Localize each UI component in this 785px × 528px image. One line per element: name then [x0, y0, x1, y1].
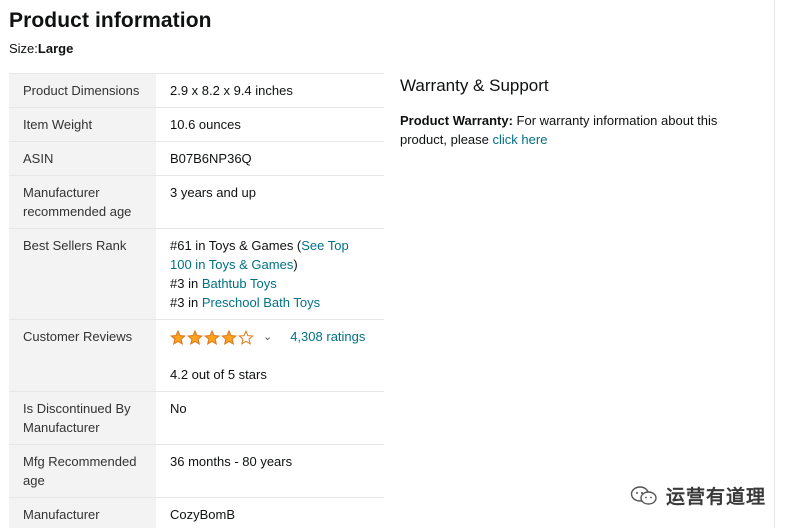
rank-value: #61 in Toys & Games (See Top 100 in Toys…	[156, 228, 384, 320]
star-icon	[204, 329, 220, 345]
star-icon	[221, 329, 237, 345]
chat-bubbles-icon	[630, 485, 657, 505]
table-row: Product Dimensions 2.9 x 8.2 x 9.4 inche…	[9, 73, 384, 108]
table-row: Best Sellers Rank #61 in Toys & Games (S…	[9, 228, 384, 320]
warranty-heading: Warranty & Support	[400, 76, 549, 95]
discontinued-label: Is Discontinued By Manufacturer	[9, 391, 156, 445]
weight-label: Item Weight	[9, 107, 156, 142]
page-right-border	[774, 0, 775, 528]
ratings-line: ⌄ 4,308 ratings	[170, 327, 374, 346]
manufacturer-value: CozyBomB	[156, 497, 384, 528]
rating-out-of-text: 4.2 out of 5 stars	[170, 367, 267, 382]
table-row: ASIN B07B6NP36Q	[9, 141, 384, 176]
age-label: Manufacturer recommended age	[9, 175, 156, 229]
star-rating[interactable]	[170, 329, 255, 346]
warranty-text: Product Warranty: For warranty informati…	[400, 111, 760, 149]
size-line: Size:Large	[9, 41, 73, 56]
rank-line1-suffix: )	[293, 257, 298, 272]
rank-line2-prefix: #3 in	[170, 276, 202, 291]
warranty-section: Warranty & Support Product Warranty: For…	[400, 76, 760, 149]
asin-value: B07B6NP36Q	[156, 141, 384, 176]
weight-value: 10.6 ounces	[156, 107, 384, 142]
asin-label: ASIN	[9, 141, 156, 176]
preschool-bath-toys-link[interactable]: Preschool Bath Toys	[202, 295, 320, 310]
table-row: Customer Reviews ⌄ 4,308 ratings 4.2 out …	[9, 319, 384, 392]
star-icon	[170, 329, 186, 345]
age-value: 3 years and up	[156, 175, 384, 229]
mfg-age-label: Mfg Recommended age	[9, 444, 156, 498]
size-label: Size:	[9, 41, 38, 56]
watermark-text: 运营有道理	[666, 487, 767, 508]
warranty-click-here-link[interactable]: click here	[493, 132, 548, 147]
star-icon	[238, 329, 254, 345]
mfg-age-value: 36 months - 80 years	[156, 444, 384, 498]
reviews-label: Customer Reviews	[9, 319, 156, 392]
chevron-down-icon[interactable]: ⌄	[263, 331, 272, 343]
dimensions-label: Product Dimensions	[9, 73, 156, 108]
table-row: Manufacturer recommended age 3 years and…	[9, 175, 384, 229]
manufacturer-label: Manufacturer	[9, 497, 156, 528]
product-details-table: Product Dimensions 2.9 x 8.2 x 9.4 inche…	[9, 73, 384, 528]
warranty-bold-label: Product Warranty:	[400, 113, 513, 128]
rank-line3-prefix: #3 in	[170, 295, 202, 310]
discontinued-value: No	[156, 391, 384, 445]
table-row: Mfg Recommended age 36 months - 80 years	[9, 444, 384, 498]
table-row: Item Weight 10.6 ounces	[9, 107, 384, 142]
bathtub-toys-link[interactable]: Bathtub Toys	[202, 276, 277, 291]
rank-label: Best Sellers Rank	[9, 228, 156, 320]
dimensions-value: 2.9 x 8.2 x 9.4 inches	[156, 73, 384, 108]
table-row: Manufacturer CozyBomB	[9, 497, 384, 528]
table-row: Is Discontinued By Manufacturer No	[9, 391, 384, 445]
star-icon	[187, 329, 203, 345]
ratings-count-link[interactable]: 4,308 ratings	[290, 329, 365, 344]
watermark: 运营有道理	[630, 482, 766, 509]
page-title: Product information	[9, 9, 212, 32]
reviews-value: ⌄ 4,308 ratings 4.2 out of 5 stars	[156, 319, 384, 392]
rank-line1-prefix: #61 in Toys & Games (	[170, 238, 302, 253]
size-value: Large	[37, 41, 74, 56]
